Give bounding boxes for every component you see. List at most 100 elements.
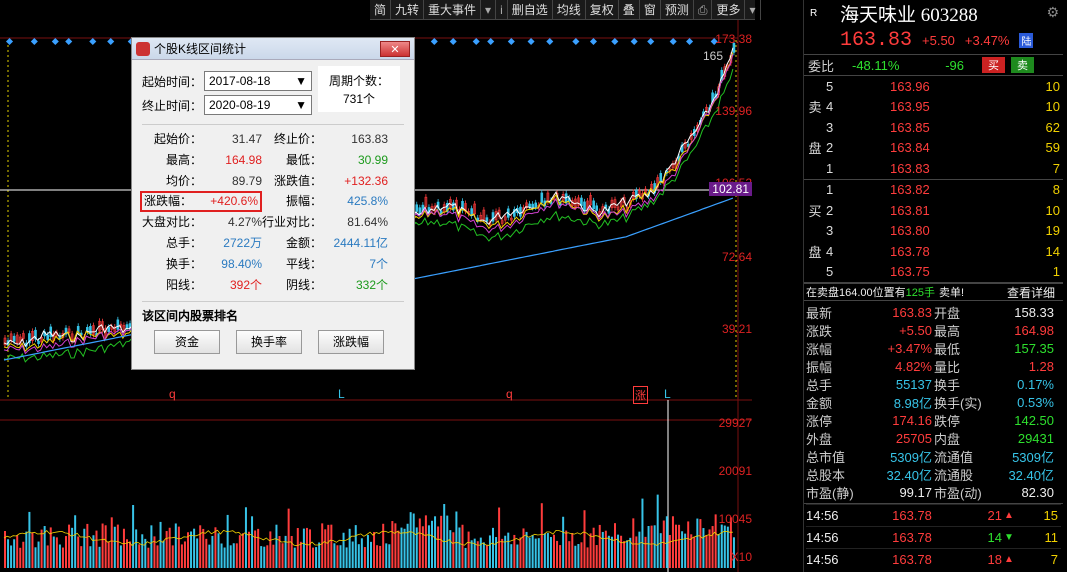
volume-bar [244,507,247,568]
volume-bar [723,525,726,568]
rank-fund-button[interactable]: 资金 [154,330,220,355]
event-marker[interactable]: q [169,387,176,401]
volume-bar [650,525,653,568]
volume-bar [531,534,534,568]
sell-button[interactable]: 卖 [1011,57,1034,73]
print-icon[interactable]: ⎙ [694,0,713,20]
candle-body [592,200,595,210]
volume-bar [168,527,171,568]
candle-body [528,203,531,208]
volume-bar [455,511,458,568]
bid-row[interactable]: 盘 4 163.78 14 [804,241,1063,262]
volume-bar [257,528,260,568]
event-marker[interactable]: L [338,387,345,401]
bid-row[interactable]: 5 163.75 1 [804,262,1063,283]
notice-suffix: 卖单! [939,287,965,299]
volume-bar [34,547,37,568]
volume-bar [290,536,293,568]
toolbar-nine-turn[interactable]: 九转 [391,0,425,20]
view-detail-link[interactable]: 查看详细 [1007,284,1055,301]
weibi-label: 委比 [808,58,835,74]
volume-bar [434,516,437,568]
app-icon [136,41,150,56]
ask-row[interactable]: 盘 2 163.84 59 [804,138,1063,159]
gear-icon[interactable]: ⚙ [1046,4,1059,21]
toolbar-remove-watchlist[interactable]: 删自选 [508,0,553,20]
pct-change-value: +420.6% [210,194,258,209]
stat-value: 99.17 [899,484,932,500]
volume-bar [711,526,714,568]
event-marker[interactable]: q [506,387,513,401]
volume-bar [165,531,168,568]
toolbar-major-events[interactable]: 重大事件 [424,0,482,20]
yang-count-value: 392个 [229,277,262,292]
stat-value: 164.98 [1014,322,1054,338]
ask-row[interactable]: 3 163.85 62 [804,117,1063,138]
toolbar-moving-average[interactable]: 均线 [553,0,586,20]
yin-count-value: 332个 [355,277,388,292]
info-icon[interactable]: i [496,0,508,20]
volume-bar [543,533,546,568]
toolbar-overlay[interactable]: 叠 [619,0,640,20]
volume-bar [553,534,555,568]
dropdown-arrow-icon[interactable]: ▾ [481,0,497,20]
volume-bar [348,528,351,568]
stat-value: 0.17% [1017,376,1054,392]
volume-bar [40,529,43,568]
volume-bar [226,514,229,568]
toolbar-window[interactable]: 窗 [640,0,661,20]
start-time-select[interactable]: 2017-08-18 ▼ [204,71,312,91]
event-marker[interactable]: L [664,387,671,401]
volume-bar [546,533,549,568]
volume-bar [132,505,135,568]
tick-list: 14:56 163.78 21 ▲ 15 14:56 163.78 14 ▼ 11 14:56 163… [804,503,1063,570]
ask-row[interactable]: 5 163.96 10 [804,76,1063,97]
volume-bar [98,546,101,568]
volume-bar [461,524,464,568]
end-time-select[interactable]: 2020-08-19 ▼ [204,95,312,115]
volume-bar [89,546,92,568]
quote-stat-row: 总市值 5309亿 流通值 5309亿 [806,447,1061,465]
signal-marker [89,37,97,46]
ask-row[interactable]: 1 163.83 7 [804,158,1063,179]
more-dropdown-icon[interactable]: ▾ [745,0,761,20]
close-icon[interactable]: ✕ [380,41,410,57]
rank-change-button[interactable]: 涨跌幅 [318,330,384,355]
signal-marker [30,37,38,46]
volume-bar [107,541,110,568]
toolbar-more[interactable]: 更多 [712,0,746,20]
volume-bar [275,524,278,568]
bid-row[interactable]: 1 163.82 8 [804,180,1063,201]
quote-stat-row: 总手 55137 换手 0.17% [806,375,1061,393]
volume-bar [220,543,223,568]
toolbar-adjust[interactable]: 复权 [586,0,619,20]
chevron-down-icon: ▼ [295,98,307,112]
bid-row[interactable]: 3 163.80 19 [804,221,1063,242]
bid-row[interactable]: 买 2 163.81 10 [804,200,1063,221]
stat-label: 总手 [806,377,833,393]
stat-label: 涨停 [806,413,833,429]
ask-row[interactable]: 卖 4 163.95 10 [804,97,1063,118]
rank-turnover-button[interactable]: 换手率 [236,330,302,355]
volume-bar [665,516,668,568]
volume-bar [52,536,55,568]
volume-bar [562,516,565,568]
toolbar-simple[interactable]: 简 [370,0,392,20]
dialog-title-bar[interactable]: 个股K线区间统计 [132,38,414,60]
stat-value: 163.83 [892,304,932,320]
tick-count: 7 [1050,552,1058,567]
volume-bar [339,545,342,568]
tick-row: 14:56 163.78 18 ▲ 7 [806,548,1061,570]
quote-stat-row: 外盘 25705 内盘 29431 [806,429,1061,447]
volume-bar [363,547,366,568]
candle-body [540,192,544,203]
buy-button[interactable]: 买 [982,57,1005,73]
volume-bar [681,531,684,568]
start-time-value: 2017-08-18 [209,74,271,88]
signal-marker [686,37,694,46]
volume-bar [437,526,440,568]
event-marker[interactable]: 涨 [633,386,648,404]
toolbar-forecast[interactable]: 预测 [661,0,694,20]
volume-bar [626,540,629,568]
signal-marker [107,37,115,46]
